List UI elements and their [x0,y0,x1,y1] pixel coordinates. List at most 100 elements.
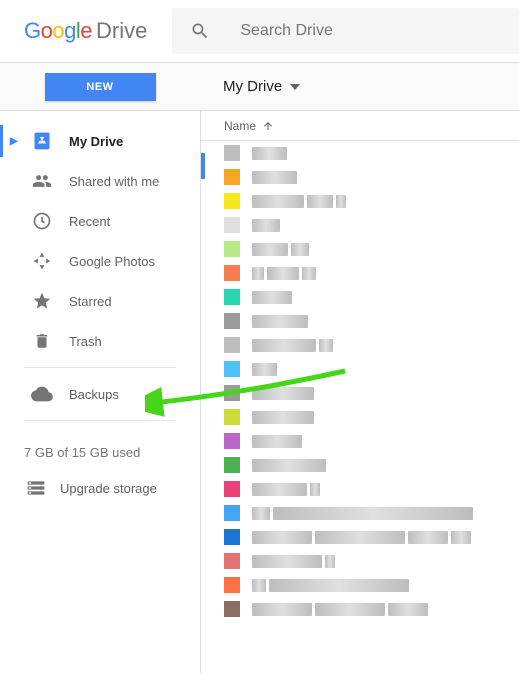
cloud-icon [30,383,54,405]
file-icon [224,361,240,377]
file-row[interactable] [201,477,519,501]
breadcrumb[interactable]: My Drive [200,78,300,95]
storage-icon [24,478,48,498]
sidebar: ▶ My Drive Shared with me Recent Google … [0,111,200,673]
sidebar-item-starred[interactable]: Starred [0,281,200,321]
file-row[interactable] [201,309,519,333]
file-name [252,483,320,496]
file-row[interactable] [201,165,519,189]
file-row[interactable] [201,333,519,357]
clock-icon [30,211,54,231]
sidebar-footer: 7 GB of 15 GB used Upgrade storage [0,427,200,498]
file-row[interactable] [201,381,519,405]
file-icon [224,433,240,449]
file-row[interactable] [201,285,519,309]
file-icon [224,553,240,569]
separator [24,420,176,421]
search-input[interactable] [240,22,501,40]
column-header-label: Name [224,119,256,133]
google-logo: Google [24,18,92,44]
file-icon [224,265,240,281]
file-name [252,171,297,184]
photos-icon [30,251,54,271]
file-name [252,555,335,568]
file-icon [224,529,240,545]
sidebar-item-trash[interactable]: Trash [0,321,200,361]
trash-icon [30,332,54,350]
search-icon [190,21,210,41]
storage-text: 7 GB of 15 GB used [24,445,200,460]
file-row[interactable] [201,573,519,597]
dropdown-arrow-icon [290,84,300,90]
file-name [252,507,473,520]
file-row[interactable] [201,429,519,453]
new-button[interactable]: NEW [45,73,156,101]
file-list[interactable] [201,141,519,673]
sidebar-item-label: Shared with me [69,174,159,189]
file-name [252,387,314,400]
file-name [252,579,409,592]
file-name [252,435,302,448]
file-icon [224,145,240,161]
file-row[interactable] [201,213,519,237]
file-icon [224,577,240,593]
people-icon [30,171,54,191]
sidebar-item-label: Starred [69,294,112,309]
file-row[interactable] [201,405,519,429]
separator [24,367,176,368]
file-icon [224,457,240,473]
sidebar-item-label: Google Photos [69,254,155,269]
column-header-name[interactable]: Name [201,111,519,141]
file-icon [224,337,240,353]
file-name [252,603,428,616]
file-icon [224,481,240,497]
file-icon [224,409,240,425]
sidebar-item-recent[interactable]: Recent [0,201,200,241]
main: ▶ My Drive Shared with me Recent Google … [0,111,519,673]
file-name [252,531,471,544]
expand-caret-icon[interactable]: ▶ [10,136,18,147]
file-row[interactable] [201,237,519,261]
file-row[interactable] [201,141,519,165]
file-row[interactable] [201,261,519,285]
content: Name [200,111,519,673]
sidebar-item-label: Recent [69,214,110,229]
file-name [252,363,277,376]
file-icon [224,193,240,209]
file-name [252,243,309,256]
logo[interactable]: Google Drive [24,18,147,44]
file-icon [224,313,240,329]
sidebar-item-backups[interactable]: Backups [0,374,200,414]
upgrade-label: Upgrade storage [60,481,157,496]
file-row[interactable] [201,501,519,525]
sidebar-item-label: Backups [69,387,119,402]
sort-ascending-icon [262,120,274,132]
file-name [252,339,333,352]
breadcrumb-label: My Drive [223,78,282,95]
file-name [252,267,316,280]
file-name [252,411,314,424]
file-row[interactable] [201,597,519,621]
file-name [252,291,292,304]
file-name [252,147,287,160]
file-row[interactable] [201,453,519,477]
file-icon [224,217,240,233]
sidebar-item-shared[interactable]: Shared with me [0,161,200,201]
search-box[interactable] [172,8,519,54]
file-icon [224,601,240,617]
sub-bar: NEW My Drive [0,62,519,111]
file-icon [224,385,240,401]
sidebar-item-my-drive[interactable]: ▶ My Drive [0,121,200,161]
drive-icon [30,131,54,151]
top-bar: Google Drive [0,0,519,62]
file-icon [224,505,240,521]
file-icon [224,169,240,185]
selection-indicator [201,153,205,179]
upgrade-storage[interactable]: Upgrade storage [24,478,200,498]
file-row[interactable] [201,189,519,213]
file-row[interactable] [201,525,519,549]
file-icon [224,241,240,257]
file-row[interactable] [201,549,519,573]
sidebar-item-photos[interactable]: Google Photos [0,241,200,281]
file-row[interactable] [201,357,519,381]
